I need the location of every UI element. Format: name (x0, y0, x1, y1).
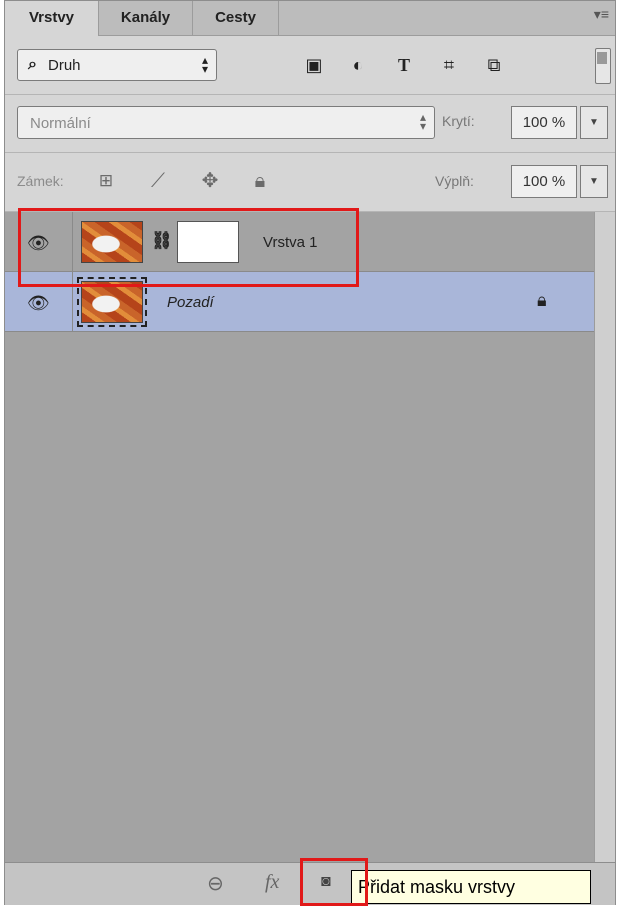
smart-object-filter-icon[interactable]: ⧉ (483, 54, 505, 76)
blend-mode-value: Normální (30, 115, 91, 132)
blend-mode-select[interactable]: Normální ▴ ▾ (17, 106, 435, 139)
layers-list: 👁︎ ⛓︎ Vrstva 1 👁︎ Pozadí 🔒︎ (5, 212, 615, 862)
kind-filter-select[interactable]: ⌕ Druh ▴ ▾ (17, 49, 217, 81)
layer-locked-icon: 🔒︎ (537, 290, 547, 310)
layer-thumbnail (77, 277, 147, 327)
layers-panel: Vrstvy Kanály Cesty ▾≡ ⌕ Druh ▴ ▾ ▣ ◐ T ⌗… (4, 0, 616, 905)
adjustment-filter-icon[interactable]: ◐ (347, 54, 369, 76)
lock-row: Zámek: ⊞ ⟋ ✥ 🔒︎ Výplň: 100 % ▼ (5, 153, 615, 212)
lock-label: Zámek: (17, 173, 64, 189)
tab-channels[interactable]: Kanály (99, 1, 193, 35)
image-filter-icon[interactable]: ▣ (303, 54, 325, 76)
layer-highlight-box (18, 208, 359, 287)
tooltip: Přidat masku vrstvy (351, 870, 591, 904)
chevron-updown-icon: ▴ ▾ (201, 53, 208, 76)
fx-icon[interactable]: fx (265, 871, 279, 894)
opacity-label: Krytí: (442, 113, 475, 129)
search-icon: ⌕ (28, 56, 37, 73)
lock-position-move-icon[interactable]: ✥ (197, 168, 223, 194)
tab-paths[interactable]: Cesty (193, 1, 279, 35)
panel-tabbar: Vrstvy Kanály Cesty ▾≡ (5, 1, 615, 36)
opacity-input[interactable]: 100 % (511, 106, 577, 139)
kind-filter-label: Druh (48, 57, 81, 74)
opacity-dropdown-button[interactable]: ▼ (580, 106, 608, 139)
chevron-updown-icon: ▴ ▾ (419, 110, 426, 133)
layer-name[interactable]: Pozadí (167, 294, 214, 311)
type-filter-icon[interactable]: T (393, 54, 415, 76)
layers-scrollbar[interactable] (594, 212, 615, 862)
lock-image-brush-icon[interactable]: ⟋ (145, 168, 171, 194)
toggle-knob (597, 52, 607, 64)
tab-layers[interactable]: Vrstvy (5, 1, 99, 36)
lock-all-icon[interactable]: 🔒︎ (247, 168, 273, 194)
eye-icon[interactable]: 👁︎ (27, 293, 50, 314)
mask-button-highlight-box (300, 858, 368, 906)
shape-filter-icon[interactable]: ⌗ (438, 54, 460, 76)
fill-dropdown-button[interactable]: ▼ (580, 165, 608, 198)
link-layers-icon[interactable]: ⊖ (207, 871, 224, 896)
filter-row: ⌕ Druh ▴ ▾ ▣ ◐ T ⌗ ⧉ (5, 36, 615, 95)
filter-toggle[interactable] (595, 48, 611, 84)
fill-input[interactable]: 100 % (511, 165, 577, 198)
fill-label: Výplň: (435, 173, 474, 189)
blend-row: Normální ▴ ▾ Krytí: 100 % ▼ (5, 95, 615, 153)
lock-transparency-icon[interactable]: ⊞ (93, 168, 119, 194)
panel-menu-icon[interactable]: ▾≡ (594, 6, 609, 23)
